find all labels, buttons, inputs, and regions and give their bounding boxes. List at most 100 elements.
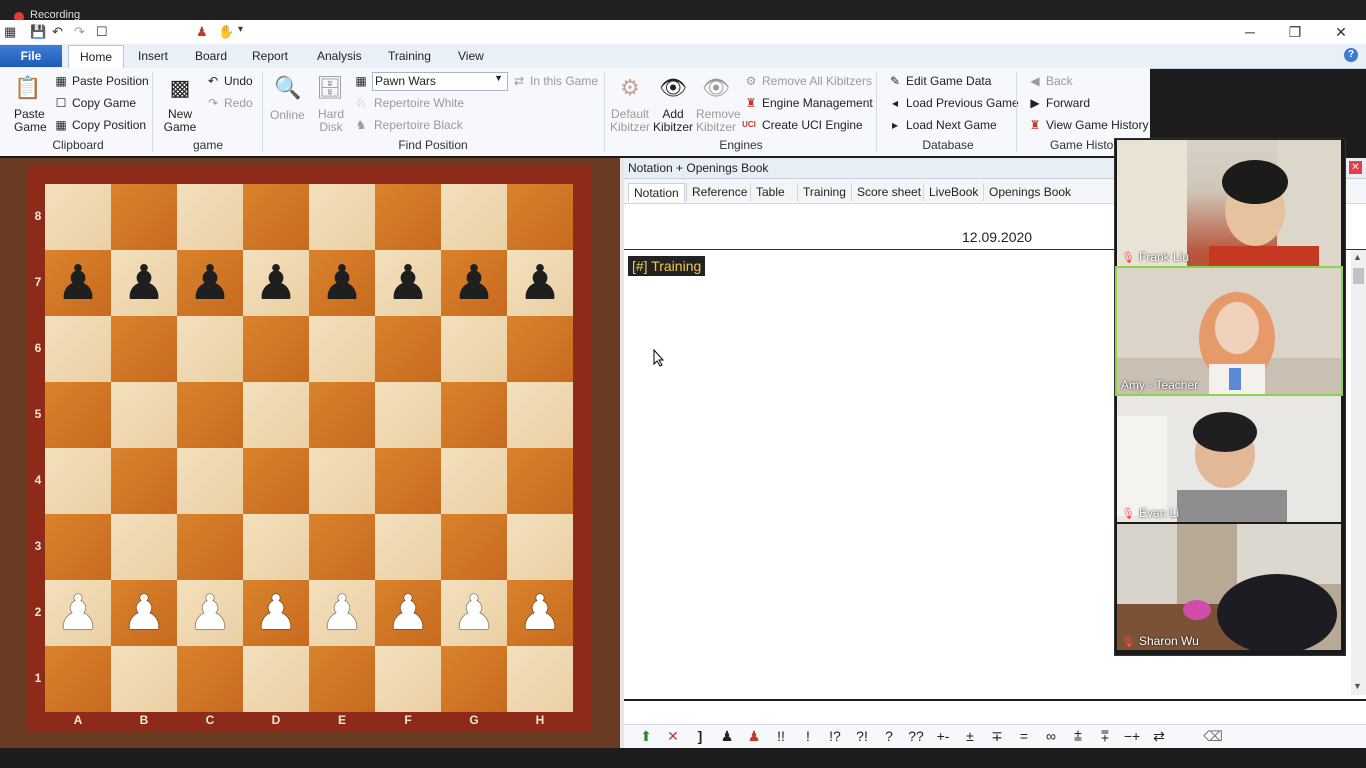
- engine-management-button[interactable]: Engine Management: [762, 96, 873, 110]
- annotation-symbol-button[interactable]: !: [796, 728, 820, 744]
- board-square-f1[interactable]: [375, 646, 441, 712]
- default-kibitzer-button[interactable]: Default Kibitzer: [610, 108, 650, 134]
- black-pawn-icon[interactable]: ♟: [715, 728, 739, 745]
- board-square-b8[interactable]: [111, 184, 177, 250]
- tab-home[interactable]: Home: [68, 45, 124, 69]
- board-square-h1[interactable]: [507, 646, 573, 712]
- white-pawn-icon[interactable]: ♟: [441, 580, 507, 646]
- board-square-d1[interactable]: [243, 646, 309, 712]
- board-square-a1[interactable]: [45, 646, 111, 712]
- annotation-symbol-button[interactable]: ??: [904, 728, 928, 744]
- board-square-e6[interactable]: [309, 316, 375, 382]
- delete-variation-icon[interactable]: ✕: [661, 728, 685, 745]
- tab-table[interactable]: Table: [750, 183, 790, 201]
- tab-score-sheet[interactable]: Score sheet: [851, 183, 926, 201]
- new-game-button[interactable]: New Game: [160, 108, 200, 134]
- repertoire-black-button[interactable]: Repertoire Black: [374, 118, 463, 132]
- board-square-d8[interactable]: [243, 184, 309, 250]
- default-kibitzer-icon[interactable]: ⚙: [614, 72, 646, 104]
- tab-insert[interactable]: Insert: [138, 49, 168, 63]
- board-square-f6[interactable]: [375, 316, 441, 382]
- tab-analysis[interactable]: Analysis: [317, 49, 362, 63]
- board-square-f5[interactable]: [375, 382, 441, 448]
- save-icon[interactable]: 💾: [30, 24, 46, 40]
- white-pawn-icon[interactable]: ♟: [45, 580, 111, 646]
- file-menu-button[interactable]: File: [0, 45, 62, 67]
- annotation-symbol-button[interactable]: =: [1012, 728, 1036, 744]
- board-square-b5[interactable]: [111, 382, 177, 448]
- black-pawn-icon[interactable]: ♟: [45, 250, 111, 316]
- board-square-h3[interactable]: [507, 514, 573, 580]
- white-pawn-icon[interactable]: ♟: [177, 580, 243, 646]
- board-square-h8[interactable]: [507, 184, 573, 250]
- red-pawn-icon[interactable]: ♟: [742, 728, 766, 745]
- video-tile[interactable]: 🎙 Evan Li: [1117, 396, 1341, 522]
- board-square-d6[interactable]: [243, 316, 309, 382]
- view-game-history-button[interactable]: View Game History: [1046, 118, 1148, 132]
- board-square-g6[interactable]: [441, 316, 507, 382]
- scroll-up-icon[interactable]: ▲: [1353, 252, 1362, 262]
- notation-scrollbar[interactable]: [1351, 250, 1366, 695]
- training-tag[interactable]: [#] Training: [628, 256, 706, 276]
- pawn-quick-icon[interactable]: ♟: [196, 24, 208, 40]
- board-square-c3[interactable]: [177, 514, 243, 580]
- tab-reference[interactable]: Reference: [686, 183, 752, 201]
- board-square-e5[interactable]: [309, 382, 375, 448]
- board-square-g5[interactable]: [441, 382, 507, 448]
- black-pawn-icon[interactable]: ♟: [111, 250, 177, 316]
- board-square-g1[interactable]: [441, 646, 507, 712]
- annotation-symbol-button[interactable]: ∞: [1039, 728, 1063, 744]
- redo-quick-icon[interactable]: ↷: [74, 24, 85, 40]
- board-square-g8[interactable]: [441, 184, 507, 250]
- eraser-icon[interactable]: ⌫: [1201, 728, 1225, 745]
- black-pawn-icon[interactable]: ♟: [507, 250, 573, 316]
- board-square-h6[interactable]: [507, 316, 573, 382]
- load-next-game-button[interactable]: Load Next Game: [906, 118, 997, 132]
- window-icon[interactable]: ☐: [96, 24, 108, 40]
- restore-button[interactable]: ❐: [1275, 21, 1315, 43]
- annotation-symbol-button[interactable]: −+: [1120, 728, 1144, 744]
- promote-variation-icon[interactable]: ⬆: [634, 728, 658, 745]
- tab-report[interactable]: Report: [252, 49, 288, 63]
- board-square-f3[interactable]: [375, 514, 441, 580]
- paste-game-button[interactable]: Paste Game: [14, 108, 47, 134]
- annotation-symbol-button[interactable]: !!: [769, 728, 793, 744]
- minimize-button[interactable]: ─: [1230, 21, 1270, 43]
- board-square-g4[interactable]: [441, 448, 507, 514]
- board-square-c1[interactable]: [177, 646, 243, 712]
- board-square-e3[interactable]: [309, 514, 375, 580]
- board-square-a4[interactable]: [45, 448, 111, 514]
- board-square-b3[interactable]: [111, 514, 177, 580]
- annotation-symbol-button[interactable]: ?: [877, 728, 901, 744]
- video-tile[interactable]: 🎙 Frank Liu: [1117, 140, 1341, 266]
- board-square-a5[interactable]: [45, 382, 111, 448]
- tab-livebook[interactable]: LiveBook: [923, 183, 983, 201]
- board-square-b1[interactable]: [111, 646, 177, 712]
- black-pawn-icon[interactable]: ♟: [177, 250, 243, 316]
- insert-bracket-icon[interactable]: ]: [688, 728, 712, 744]
- board-square-d5[interactable]: [243, 382, 309, 448]
- hand-quick-icon[interactable]: ✋: [218, 24, 234, 40]
- board-square-b4[interactable]: [111, 448, 177, 514]
- online-icon[interactable]: 🔍: [272, 72, 304, 104]
- tab-view[interactable]: View: [458, 49, 484, 63]
- scroll-down-icon[interactable]: ▼: [1353, 681, 1362, 691]
- board-square-a8[interactable]: [45, 184, 111, 250]
- board-square-b6[interactable]: [111, 316, 177, 382]
- remove-kibitzer-icon[interactable]: 👁: [700, 72, 732, 104]
- redo-button[interactable]: Redo: [224, 96, 253, 110]
- remove-all-kibitzers-button[interactable]: Remove All Kibitzers: [762, 74, 872, 88]
- undo-quick-icon[interactable]: ↶: [52, 24, 63, 40]
- board-square-d4[interactable]: [243, 448, 309, 514]
- board-square-a6[interactable]: [45, 316, 111, 382]
- white-pawn-icon[interactable]: ♟: [309, 580, 375, 646]
- forward-button[interactable]: Forward: [1046, 96, 1090, 110]
- in-this-game-button[interactable]: In this Game: [530, 74, 598, 88]
- black-pawn-icon[interactable]: ♟: [309, 250, 375, 316]
- white-pawn-icon[interactable]: ♟: [507, 580, 573, 646]
- scrollbar-thumb[interactable]: [1353, 268, 1364, 284]
- online-button[interactable]: Online: [270, 108, 305, 122]
- new-game-icon[interactable]: ▩: [164, 72, 196, 104]
- tab-training-notation[interactable]: Training: [797, 183, 851, 201]
- copy-game-button[interactable]: Copy Game: [72, 96, 136, 110]
